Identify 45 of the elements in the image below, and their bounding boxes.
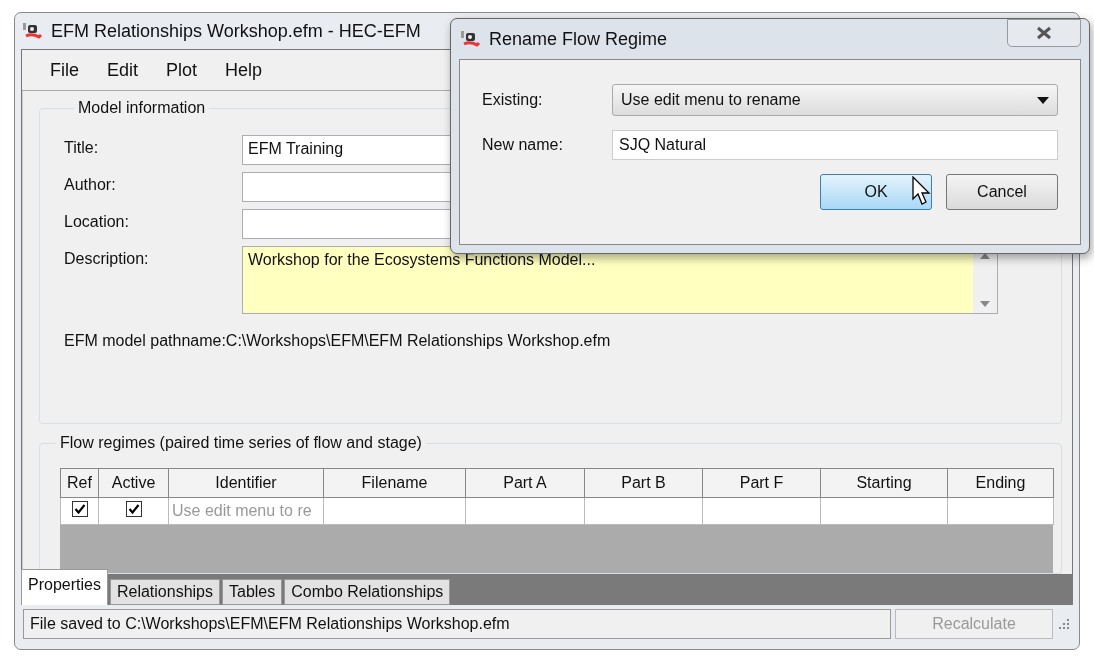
field-label: Existing: bbox=[482, 91, 544, 109]
tab[interactable]: Properties bbox=[21, 569, 108, 605]
column-header[interactable]: Filename bbox=[323, 468, 466, 498]
description-field[interactable]: Workshop for the Ecosystems Functions Model... bbox=[242, 246, 998, 314]
checkbox[interactable] bbox=[71, 501, 88, 517]
menu-item[interactable]: Edit bbox=[93, 55, 153, 85]
tab[interactable]: Tables bbox=[222, 579, 283, 605]
column-header[interactable]: Starting bbox=[820, 468, 948, 498]
tab[interactable]: Relationships bbox=[109, 579, 220, 605]
table-cell: Use edit menu to re bbox=[168, 497, 324, 525]
tab[interactable]: Combo Relationships bbox=[284, 579, 451, 605]
dropdown-arrow-icon bbox=[1037, 96, 1049, 104]
close-button[interactable] bbox=[1007, 19, 1081, 47]
pathname-text: EFM model pathname:C:\Workshops\EFM\EFM Relationships Workshop.efm bbox=[64, 332, 612, 350]
column-header[interactable]: Ref bbox=[60, 468, 99, 498]
column-header[interactable]: Identifier bbox=[168, 468, 324, 498]
group-title: Model information bbox=[77, 99, 207, 117]
window-title: EFM Relationships Workshop.efm - HEC-EFM bbox=[51, 20, 421, 42]
menu-item[interactable]: Plot bbox=[152, 55, 212, 85]
existing-dropdown[interactable]: Use edit menu to rename bbox=[612, 84, 1058, 116]
menu-item[interactable]: File bbox=[36, 55, 93, 85]
menu-item[interactable]: Help bbox=[211, 55, 277, 85]
group-title: Flow regimes (paired time series of flow and stage) bbox=[59, 434, 423, 452]
field-label: Title: bbox=[64, 138, 100, 157]
column-header[interactable]: Active bbox=[98, 468, 169, 498]
dialog-button[interactable]: OK bbox=[820, 174, 932, 210]
column-header[interactable]: Part B bbox=[584, 468, 703, 498]
column-header[interactable]: Part F bbox=[702, 468, 821, 498]
app-icon bbox=[21, 21, 43, 41]
dialog-title: Rename Flow Regime bbox=[489, 28, 669, 50]
resize-grip-icon[interactable] bbox=[1057, 617, 1071, 631]
field-label: Author: bbox=[64, 175, 117, 194]
close-icon bbox=[1036, 26, 1052, 40]
column-header[interactable]: Part A bbox=[465, 468, 585, 498]
new-name-field[interactable]: SJQ Natural bbox=[612, 130, 1058, 160]
checkbox[interactable] bbox=[125, 501, 142, 517]
field-label: New name: bbox=[482, 136, 564, 154]
field-label: Description: bbox=[64, 249, 150, 268]
status-message: File saved to C:\Workshops\EFM\EFM Relationships Workshop.efm bbox=[23, 609, 891, 639]
field-label: Location: bbox=[64, 212, 130, 231]
dialog-button[interactable]: Cancel bbox=[946, 174, 1058, 210]
scroll-down-icon[interactable] bbox=[980, 301, 990, 307]
app-icon bbox=[459, 29, 481, 49]
cursor-icon bbox=[912, 176, 932, 206]
column-header[interactable]: Ending bbox=[947, 468, 1054, 498]
